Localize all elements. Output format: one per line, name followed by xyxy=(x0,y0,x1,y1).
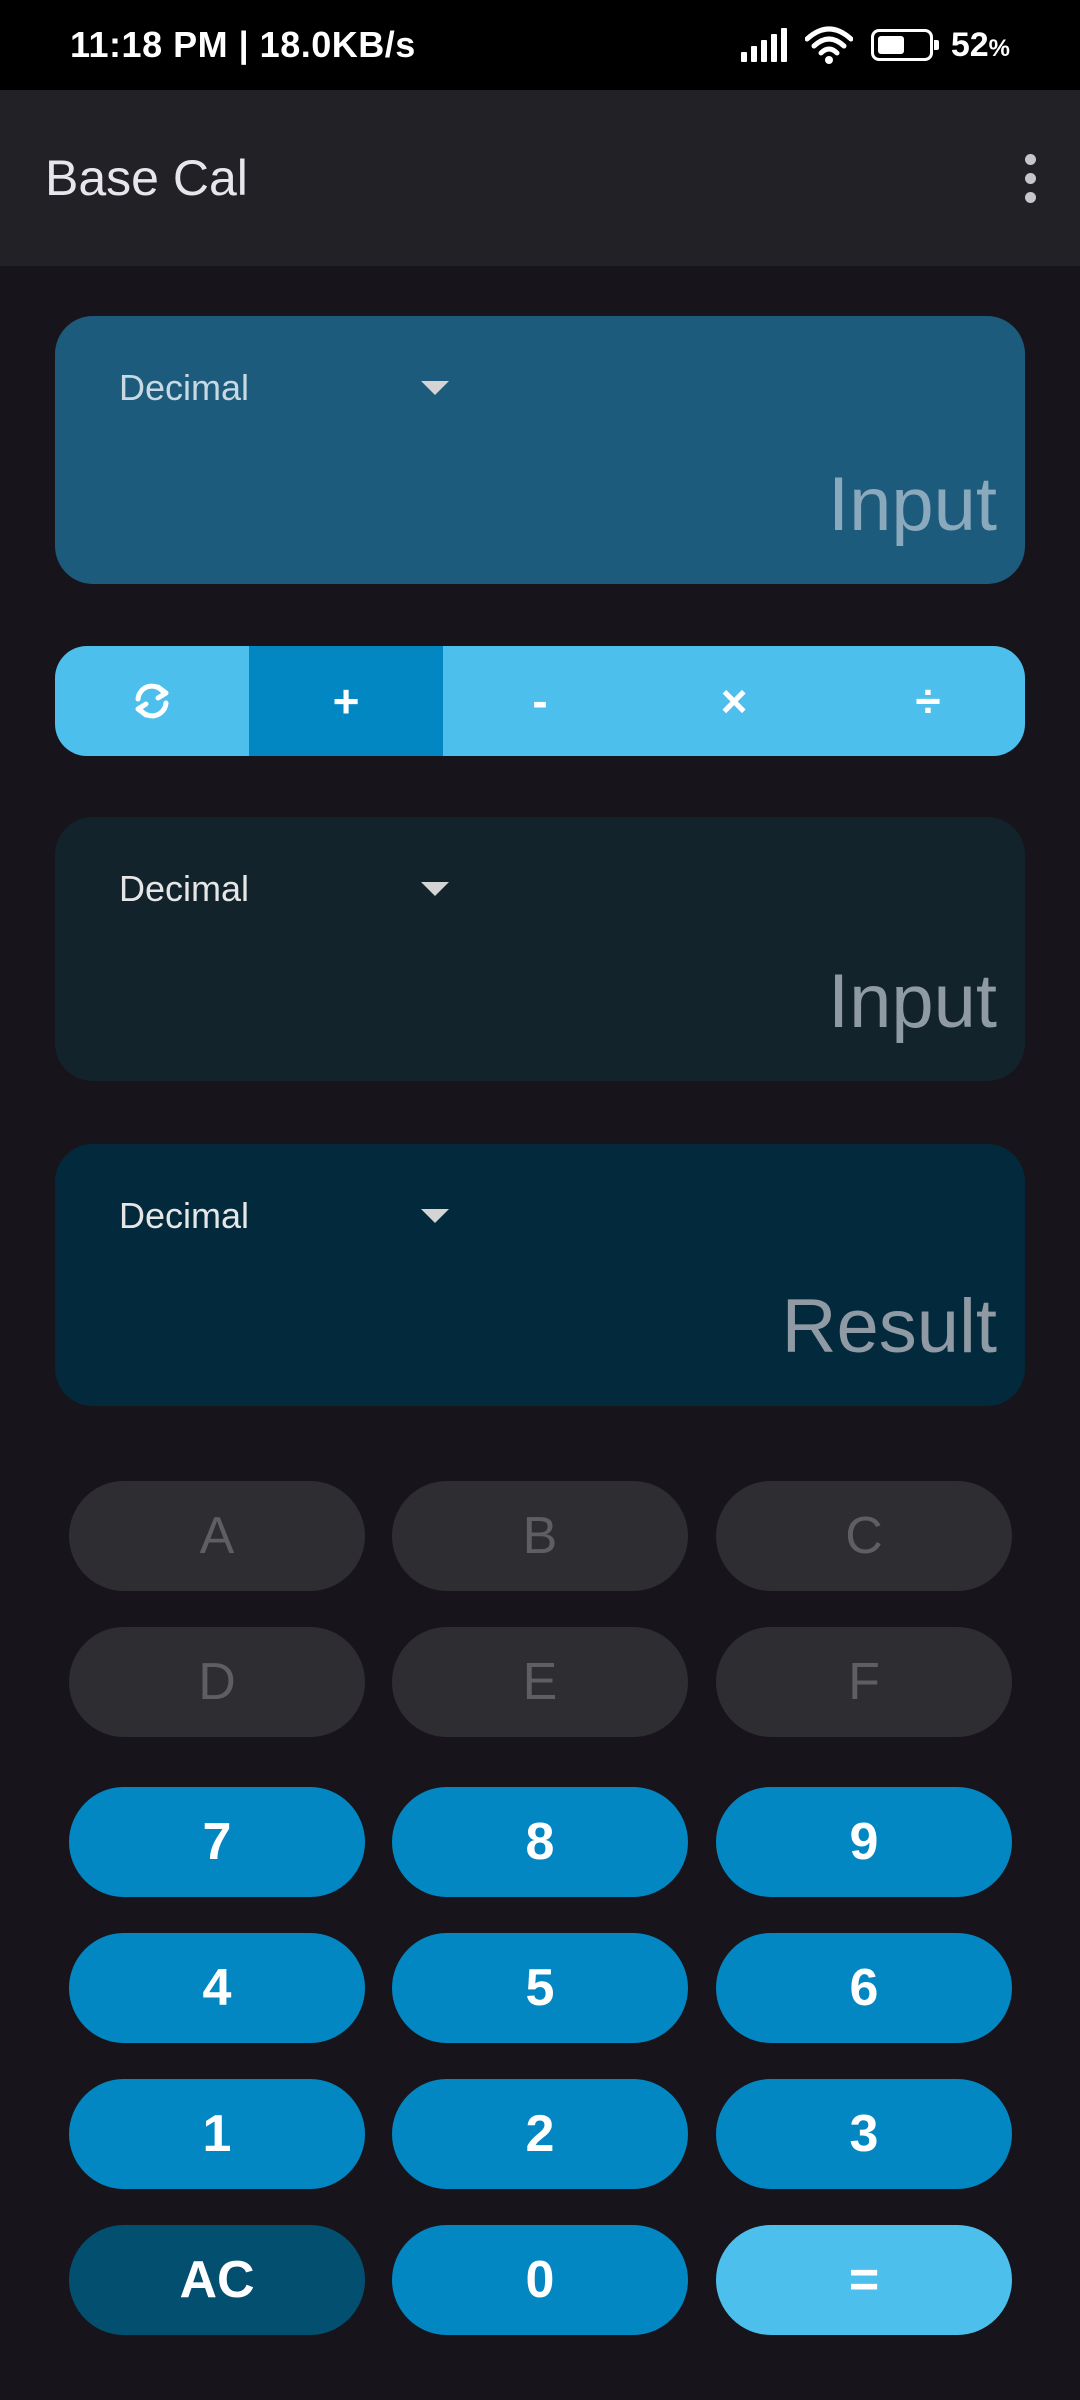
dropdown-caret-icon xyxy=(421,381,449,395)
key-d[interactable]: D xyxy=(69,1627,365,1737)
key-3[interactable]: 3 xyxy=(716,2079,1012,2189)
key-c[interactable]: C xyxy=(716,1481,1012,1591)
key-2[interactable]: 2 xyxy=(392,2079,688,2189)
app-title: Base Cal xyxy=(45,150,248,206)
app-bar: Base Cal xyxy=(0,90,1080,266)
key-4[interactable]: 4 xyxy=(69,1933,365,2043)
more-vert-icon[interactable] xyxy=(980,128,1080,228)
result-base-select[interactable]: Decimal xyxy=(119,1184,459,1248)
key-7[interactable]: 7 xyxy=(69,1787,365,1897)
key-6[interactable]: 6 xyxy=(716,1933,1012,2043)
key-a[interactable]: A xyxy=(69,1481,365,1591)
input2-base-select[interactable]: Decimal xyxy=(119,857,459,921)
input2-card[interactable]: Decimal Input xyxy=(55,817,1025,1081)
input2-field[interactable]: Input xyxy=(828,958,997,1045)
clear-button[interactable]: AC xyxy=(69,2225,365,2335)
op-subtract-button[interactable]: - xyxy=(443,646,637,756)
signal-icon xyxy=(740,28,787,62)
operation-selector: + - × ÷ xyxy=(55,646,1025,756)
input2-base-label: Decimal xyxy=(119,868,250,909)
status-time-speed: 11:18 PM | 18.0KB/s xyxy=(70,24,416,65)
input1-field[interactable]: Input xyxy=(828,461,997,548)
dropdown-caret-icon xyxy=(421,882,449,896)
key-e[interactable]: E xyxy=(392,1627,688,1737)
op-multiply-button[interactable]: × xyxy=(637,646,831,756)
key-b[interactable]: B xyxy=(392,1481,688,1591)
status-bar: 11:18 PM | 18.0KB/s 52% xyxy=(0,0,1080,90)
key-8[interactable]: 8 xyxy=(392,1787,688,1897)
key-1[interactable]: 1 xyxy=(69,2079,365,2189)
op-divide-button[interactable]: ÷ xyxy=(831,646,1025,756)
wifi-icon xyxy=(804,26,853,64)
input1-base-select[interactable]: Decimal xyxy=(119,356,459,420)
swap-icon xyxy=(135,683,169,719)
key-f[interactable]: F xyxy=(716,1627,1012,1737)
battery-icon xyxy=(870,29,939,61)
key-9[interactable]: 9 xyxy=(716,1787,1012,1897)
dropdown-caret-icon xyxy=(421,1209,449,1223)
result-card: Decimal Result xyxy=(55,1144,1025,1406)
input1-card[interactable]: Decimal Input xyxy=(55,316,1025,584)
battery-percentage: 52% xyxy=(950,25,1010,64)
key-0[interactable]: 0 xyxy=(392,2225,688,2335)
op-swap-button[interactable] xyxy=(55,646,249,756)
input1-base-label: Decimal xyxy=(119,367,250,408)
status-icons: 52% xyxy=(740,0,1010,90)
key-5[interactable]: 5 xyxy=(392,1933,688,2043)
op-add-button[interactable]: + xyxy=(249,646,443,756)
result-base-label: Decimal xyxy=(119,1195,250,1236)
result-field: Result xyxy=(781,1284,997,1369)
equals-button[interactable]: = xyxy=(716,2225,1012,2335)
